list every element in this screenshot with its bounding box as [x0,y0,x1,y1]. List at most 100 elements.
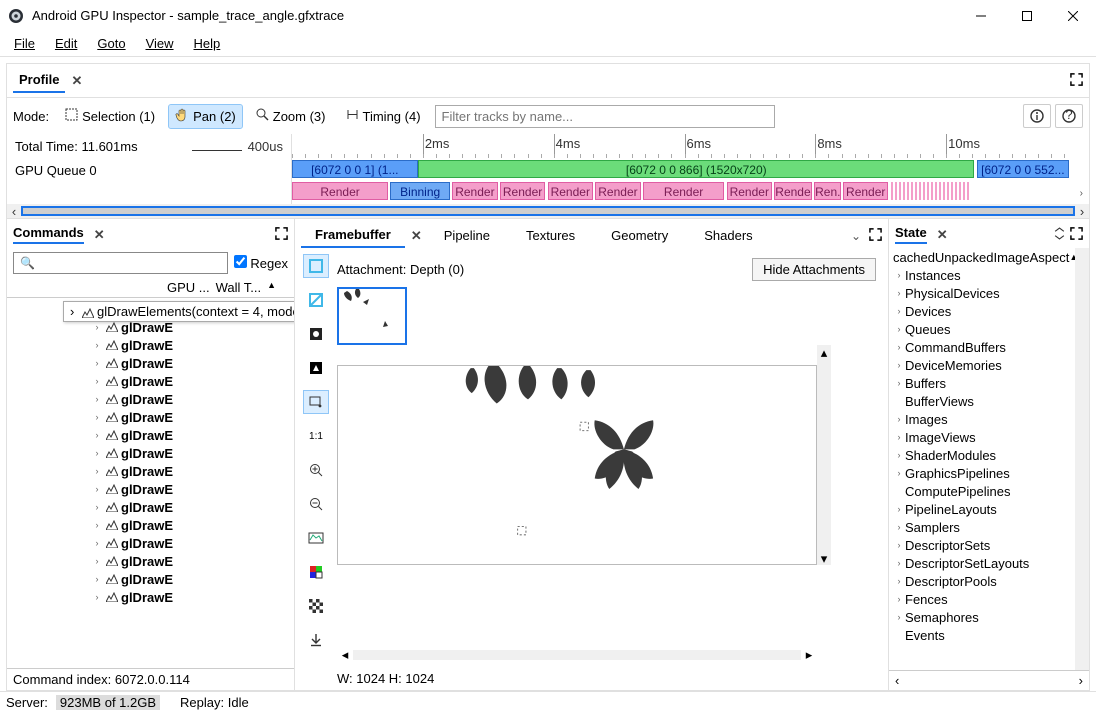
timeline-block[interactable]: Binning [390,182,449,200]
chevron-down-icon[interactable]: ⌄ [851,229,861,243]
fb-hscroll[interactable]: ◂▸ [337,647,817,663]
col-gpu[interactable]: GPU ... [167,280,210,295]
state-tree[interactable]: cachedUnpackedImageAspect▲›Instances›Phy… [889,248,1075,670]
framebuffer-view[interactable] [337,365,817,565]
timeline-block[interactable]: Ren... [814,182,841,200]
tool-invert[interactable] [303,356,329,380]
timeline-block[interactable]: Render [292,182,388,200]
mode-timing[interactable]: Timing (4) [340,105,427,127]
timeline-block[interactable]: Render [727,182,772,200]
menu-help[interactable]: Help [186,34,229,53]
timeline-block[interactable]: Render [774,182,812,200]
close-button[interactable] [1050,0,1096,31]
profile-tab[interactable]: Profile [13,68,65,93]
command-row[interactable]: ›glDrawE [7,408,294,426]
command-row[interactable]: ›glDrawE [7,588,294,606]
scroll-up-icon[interactable]: ▴ [817,345,831,359]
attachment-thumbnail[interactable] [337,287,407,345]
timeline-ruler[interactable]: 2ms4ms6ms8ms10ms [292,134,1077,158]
tool-zoom-in[interactable] [303,458,329,482]
state-item[interactable]: ›DescriptorSets [889,536,1075,554]
command-row[interactable]: ›glDrawE [7,336,294,354]
state-title[interactable]: State [895,225,927,244]
state-item[interactable]: ›ShaderModules [889,446,1075,464]
command-row[interactable]: ›glDrawE [7,498,294,516]
state-item[interactable]: ›ImageViews [889,428,1075,446]
regex-checkbox[interactable]: Regex [234,255,288,271]
scroll-left-icon[interactable]: ◂ [337,647,353,663]
command-row[interactable]: ›glDrawE [7,372,294,390]
timeline-block[interactable]: Render [452,182,497,200]
state-item[interactable]: ›Fences [889,590,1075,608]
queue-top-track[interactable]: [6072 0 0 1] (1...[6072 0 0 866] (1520x7… [292,158,1077,182]
tab-shaders[interactable]: Shaders [690,224,766,247]
tab-pipeline[interactable]: Pipeline [430,224,504,247]
command-row[interactable]: ›glDrawE [7,390,294,408]
command-row[interactable]: ›glDrawE [7,462,294,480]
tool-save[interactable] [303,628,329,652]
command-row[interactable]: ›glDrawE [7,444,294,462]
mode-zoom[interactable]: Zoom (3) [250,105,332,127]
tool-channels[interactable] [303,560,329,584]
timeline-block[interactable]: Render [843,182,888,200]
col-wall[interactable]: Wall T... [216,280,262,295]
state-item[interactable]: ›Queues [889,320,1075,338]
regex-checkbox-input[interactable] [234,255,247,268]
state-item[interactable]: ›Semaphores [889,608,1075,626]
state-item[interactable]: Events [889,626,1075,644]
state-item[interactable]: ›DescriptorSetLayouts [889,554,1075,572]
command-row[interactable]: ›glDrawE [7,426,294,444]
tab-textures[interactable]: Textures [512,224,589,247]
hscroll-thumb[interactable] [21,206,1075,216]
queue-bot-track[interactable]: RenderBinningRenderRenderRenderRenderRen… [292,182,1074,204]
timeline-block[interactable]: [6072 0 0 552... [977,160,1070,178]
tab-geometry[interactable]: Geometry [597,224,682,247]
tool-depth-attachment[interactable] [303,288,329,312]
tool-color-attachment[interactable] [303,254,329,278]
timeline-block[interactable]: [6072 0 0 1] (1... [292,160,418,178]
scroll-left-icon[interactable]: ‹ [895,673,899,688]
state-item[interactable]: cachedUnpackedImageAspect▲ [889,248,1075,266]
timeline-block[interactable]: Render [643,182,724,200]
filter-input[interactable] [435,105,775,128]
timeline-hscroll[interactable]: ‹ › [7,204,1089,218]
menu-file[interactable]: File [6,34,43,53]
scroll-right-icon[interactable]: › [1079,673,1083,688]
tool-overlay[interactable] [303,322,329,346]
state-item[interactable]: ›Instances [889,266,1075,284]
state-item[interactable]: ›GraphicsPipelines [889,464,1075,482]
chevron-right-icon[interactable]: › [1074,188,1089,199]
tool-actual-size[interactable]: 1:1 [303,424,329,448]
state-item[interactable]: ›DeviceMemories [889,356,1075,374]
scroll-left-icon[interactable]: ‹ [7,204,21,219]
command-row[interactable]: ›glDrawE [7,480,294,498]
close-icon[interactable]: ✕ [937,227,948,243]
timeline-block[interactable]: Render [500,182,545,200]
fb-vscroll[interactable]: ▴▾ [817,345,831,565]
commands-search-input[interactable]: 🔍 [13,252,228,274]
commands-tree[interactable]: › glDrawElements(context = 4, mode = GL_… [7,298,294,668]
expand-icon[interactable] [1070,227,1083,243]
command-row[interactable]: ›glDrawE [7,354,294,372]
menu-view[interactable]: View [138,34,182,53]
timeline-block[interactable]: [6072 0 0 866] (1520x720) [418,160,974,178]
expand-icon[interactable] [869,228,882,244]
scroll-right-icon[interactable]: › [1075,204,1089,219]
help-button[interactable]: ? [1055,104,1083,128]
sort-up-icon[interactable]: ▲ [267,280,276,295]
sort-icon[interactable] [1053,227,1066,243]
scroll-down-icon[interactable]: ▾ [817,551,831,565]
state-item[interactable]: ›CommandBuffers [889,338,1075,356]
minimize-button[interactable] [958,0,1004,31]
tool-zoom-out[interactable] [303,492,329,516]
scroll-right-icon[interactable]: ▸ [801,647,817,663]
state-item[interactable]: BufferViews [889,392,1075,410]
maximize-button[interactable] [1004,0,1050,31]
close-icon[interactable]: ✕ [71,73,82,89]
command-row[interactable]: ›glDrawE [7,570,294,588]
state-item[interactable]: ComputePipelines [889,482,1075,500]
expand-icon[interactable] [275,227,288,243]
mode-selection[interactable]: Selection (1) [59,105,161,127]
mode-pan[interactable]: Pan (2) [169,105,242,128]
state-item[interactable]: ›PhysicalDevices [889,284,1075,302]
